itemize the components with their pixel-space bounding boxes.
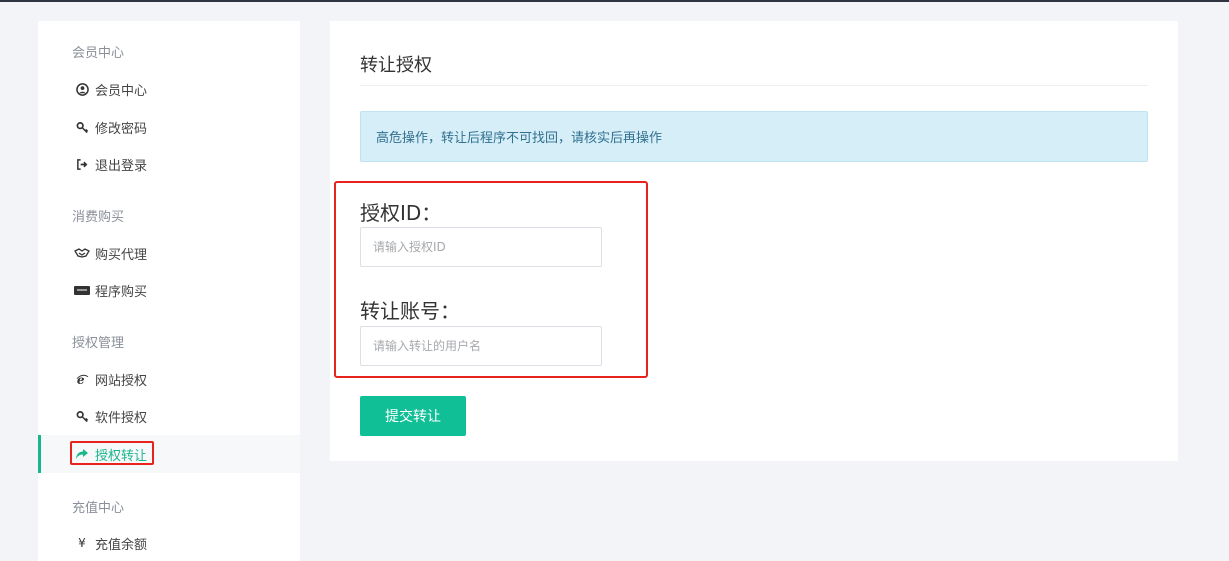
active-indicator	[38, 435, 41, 473]
transfer-account-input[interactable]	[360, 326, 602, 366]
sidebar-item-label: 购买代理	[95, 247, 148, 263]
ie-icon: e	[74, 371, 90, 387]
key-icon	[74, 408, 90, 424]
paypal-icon	[74, 282, 90, 298]
sign-out-icon	[74, 156, 90, 172]
sidebar-item-member-center[interactable]: 会员中心	[38, 70, 300, 108]
title-divider	[360, 85, 1148, 86]
sidebar-item-change-password[interactable]: 修改密码	[38, 108, 300, 146]
yen-icon: ¥	[78, 536, 86, 550]
page-title: 转让授权	[360, 55, 432, 76]
sidebar-item-label: 充值余额	[95, 537, 148, 553]
sidebar-item-buy-program[interactable]: 程序购买	[38, 271, 300, 309]
sidebar-item-label: 修改密码	[95, 121, 148, 137]
handshake-icon	[74, 245, 90, 261]
sidebar-item-label: 退出登录	[95, 158, 148, 174]
user-circle-icon	[74, 81, 90, 97]
submit-transfer-button[interactable]: 提交转让	[360, 396, 466, 436]
section-title-member: 会员中心	[72, 46, 125, 61]
highlight-box-sidebar	[70, 441, 154, 465]
license-id-label: 授权ID：	[360, 201, 442, 225]
sidebar-item-buy-agent[interactable]: 购买代理	[38, 234, 300, 272]
warning-alert: 高危操作，转让后程序不可找回，请核实后再操作	[360, 111, 1148, 162]
sidebar-item-logout[interactable]: 退出登录	[38, 145, 300, 183]
sidebar-item-label: 程序购买	[95, 284, 148, 300]
key-icon	[74, 119, 90, 135]
sidebar-item-license-transfer[interactable]: 授权转让	[38, 435, 300, 473]
sidebar-item-software-license[interactable]: 软件授权	[38, 397, 300, 435]
section-title-purchase: 消费购买	[72, 210, 125, 225]
sidebar-item-site-license[interactable]: e 网站授权	[38, 360, 300, 398]
sidebar: 会员中心 会员中心 修改密码 退出登录 消费购买 购买代理 程序购买 授权管理 …	[38, 21, 300, 561]
license-id-input[interactable]	[360, 227, 602, 267]
top-border	[0, 0, 1229, 2]
transfer-account-label: 转让账号：	[360, 299, 460, 323]
section-title-license: 授权管理	[72, 336, 125, 351]
sidebar-item-label: 网站授权	[95, 373, 148, 389]
sidebar-item-recharge-balance[interactable]: ¥ 充值余额	[38, 524, 300, 561]
sidebar-item-label: 软件授权	[95, 410, 148, 426]
main-panel: 转让授权 高危操作，转让后程序不可找回，请核实后再操作 授权ID： 转让账号： …	[330, 21, 1178, 461]
sidebar-item-label: 会员中心	[95, 83, 148, 99]
section-title-recharge: 充值中心	[72, 501, 125, 516]
